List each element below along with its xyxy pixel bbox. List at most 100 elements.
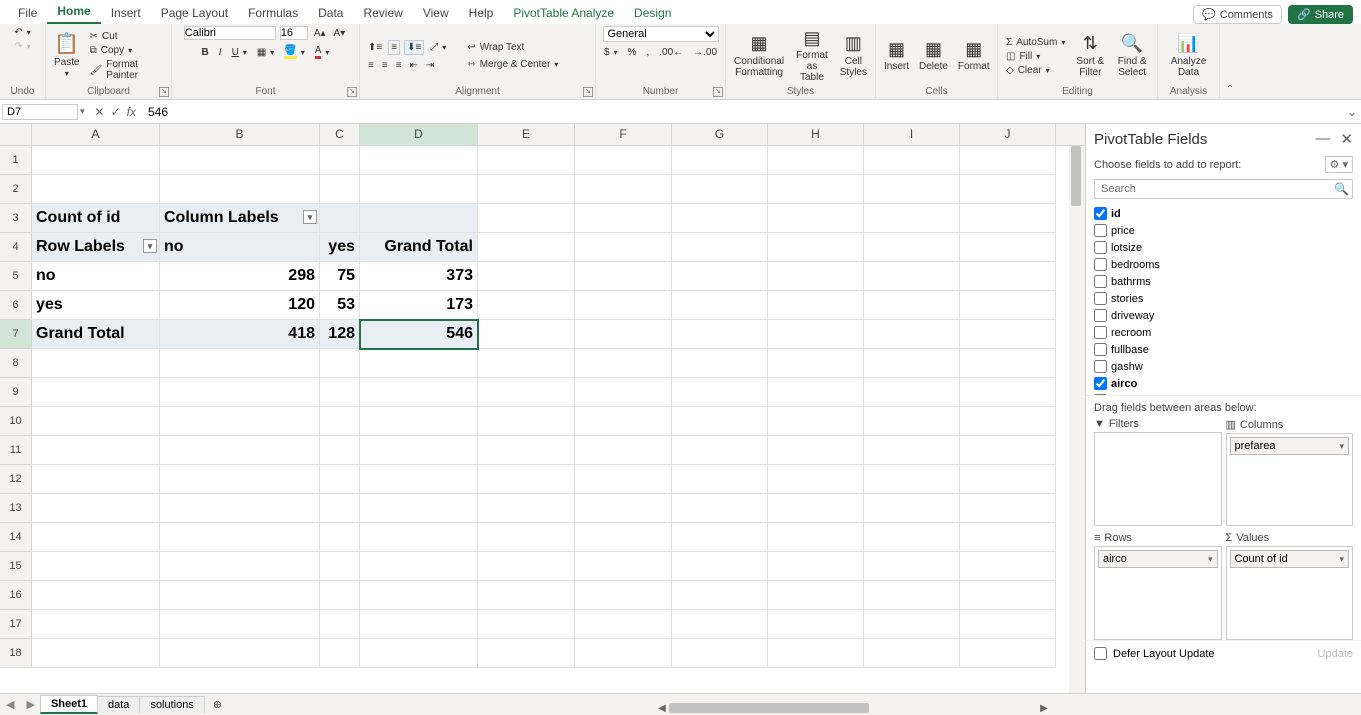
cell-H17[interactable] (768, 610, 864, 639)
cell-D15[interactable] (360, 552, 478, 581)
cell-G6[interactable] (672, 291, 768, 320)
cell-F3[interactable] (575, 204, 672, 233)
cell-D1[interactable] (360, 146, 478, 175)
cell-B9[interactable] (160, 378, 320, 407)
cell-D11[interactable] (360, 436, 478, 465)
cell-G15[interactable] (672, 552, 768, 581)
format-as-table-button[interactable]: ▤Format as Table (792, 27, 832, 86)
name-box[interactable] (2, 104, 78, 120)
select-all-button[interactable] (0, 124, 32, 145)
insert-cells-button[interactable]: ▦Insert (882, 38, 911, 75)
col-head-a[interactable]: A (32, 124, 160, 145)
cell-J2[interactable] (960, 175, 1056, 204)
cell-J4[interactable] (960, 233, 1056, 262)
tab-file[interactable]: File (8, 2, 47, 24)
values-pill-count-id[interactable]: Count of id▾ (1230, 550, 1350, 568)
cell-A4[interactable]: Row Labels▾ (32, 233, 160, 262)
cell-F16[interactable] (575, 581, 672, 610)
align-left-button[interactable]: ≡ (366, 59, 376, 72)
cell-A9[interactable] (32, 378, 160, 407)
cell-A16[interactable] (32, 581, 160, 610)
cell-H16[interactable] (768, 581, 864, 610)
row-head-12[interactable]: 12 (0, 465, 32, 494)
cell-J1[interactable] (960, 146, 1056, 175)
alignment-dialog-launcher[interactable]: ↘ (583, 87, 593, 97)
bold-button[interactable]: B (200, 46, 211, 59)
col-head-h[interactable]: H (768, 124, 864, 145)
cell-D14[interactable] (360, 523, 478, 552)
cell-J13[interactable] (960, 494, 1056, 523)
cell-J16[interactable] (960, 581, 1056, 610)
cut-button[interactable]: ✂Cut (88, 30, 165, 43)
cell-G18[interactable] (672, 639, 768, 668)
cell-G1[interactable] (672, 146, 768, 175)
share-button[interactable]: 🔗 Share (1288, 5, 1353, 24)
cell-J11[interactable] (960, 436, 1056, 465)
italic-button[interactable]: I (217, 46, 224, 59)
cell-J14[interactable] (960, 523, 1056, 552)
tab-design[interactable]: Design (624, 2, 681, 24)
cell-E7[interactable] (478, 320, 575, 349)
cell-A7[interactable]: Grand Total (32, 320, 160, 349)
cell-E10[interactable] (478, 407, 575, 436)
row-head-16[interactable]: 16 (0, 581, 32, 610)
cell-C3[interactable] (320, 204, 360, 233)
percent-button[interactable]: % (626, 46, 639, 59)
underline-button[interactable]: U▾ (230, 46, 249, 59)
comments-button[interactable]: 💬 Comments (1193, 5, 1282, 24)
sheet-nav-next[interactable]: ▶ (20, 698, 40, 711)
increase-indent-button[interactable]: ⇥ (424, 59, 436, 72)
cell-D2[interactable] (360, 175, 478, 204)
cell-A14[interactable] (32, 523, 160, 552)
cell-E11[interactable] (478, 436, 575, 465)
field-checkbox-gashw[interactable] (1094, 360, 1107, 373)
cell-H9[interactable] (768, 378, 864, 407)
cell-A1[interactable] (32, 146, 160, 175)
hscroll-right[interactable]: ▶ (1037, 703, 1051, 714)
cell-E4[interactable] (478, 233, 575, 262)
cell-A12[interactable] (32, 465, 160, 494)
cell-I15[interactable] (864, 552, 960, 581)
field-bedrooms[interactable]: bedrooms (1094, 256, 1345, 273)
field-price[interactable]: price (1094, 222, 1345, 239)
cell-G5[interactable] (672, 262, 768, 291)
cell-H6[interactable] (768, 291, 864, 320)
align-center-button[interactable]: ≡ (380, 59, 390, 72)
cell-G16[interactable] (672, 581, 768, 610)
cell-G7[interactable] (672, 320, 768, 349)
borders-button[interactable]: ▦▾ (255, 46, 276, 59)
cell-H10[interactable] (768, 407, 864, 436)
cell-F14[interactable] (575, 523, 672, 552)
field-checkbox-bedrooms[interactable] (1094, 258, 1107, 271)
cell-G12[interactable] (672, 465, 768, 494)
rows-pill-airco[interactable]: airco▾ (1098, 550, 1218, 568)
cell-I4[interactable] (864, 233, 960, 262)
cell-C5[interactable]: 75 (320, 262, 360, 291)
cell-E1[interactable] (478, 146, 575, 175)
orientation-button[interactable]: ⤢▾ (428, 40, 448, 55)
row-head-3[interactable]: 3 (0, 204, 32, 233)
cell-E14[interactable] (478, 523, 575, 552)
row-head-10[interactable]: 10 (0, 407, 32, 436)
cell-H3[interactable] (768, 204, 864, 233)
row-head-2[interactable]: 2 (0, 175, 32, 204)
field-checkbox-recroom[interactable] (1094, 326, 1107, 339)
cell-J12[interactable] (960, 465, 1056, 494)
cell-I7[interactable] (864, 320, 960, 349)
tab-pivottable-analyze[interactable]: PivotTable Analyze (503, 2, 624, 24)
cell-G8[interactable] (672, 349, 768, 378)
cell-D12[interactable] (360, 465, 478, 494)
cell-C6[interactable]: 53 (320, 291, 360, 320)
tab-home[interactable]: Home (47, 0, 100, 24)
tab-help[interactable]: Help (459, 2, 504, 24)
add-sheet-button[interactable]: ⊕ (205, 698, 230, 711)
font-name-input[interactable] (184, 26, 276, 40)
cell-B3[interactable]: Column Labels▾ (160, 204, 320, 233)
cell-E13[interactable] (478, 494, 575, 523)
pivot-dropdown[interactable]: ▾ (143, 239, 157, 253)
cell-H5[interactable] (768, 262, 864, 291)
cell-F15[interactable] (575, 552, 672, 581)
cell-I17[interactable] (864, 610, 960, 639)
delete-cells-button[interactable]: ▦Delete (917, 38, 950, 75)
paste-button[interactable]: 📋 Paste ▾ (52, 31, 82, 81)
